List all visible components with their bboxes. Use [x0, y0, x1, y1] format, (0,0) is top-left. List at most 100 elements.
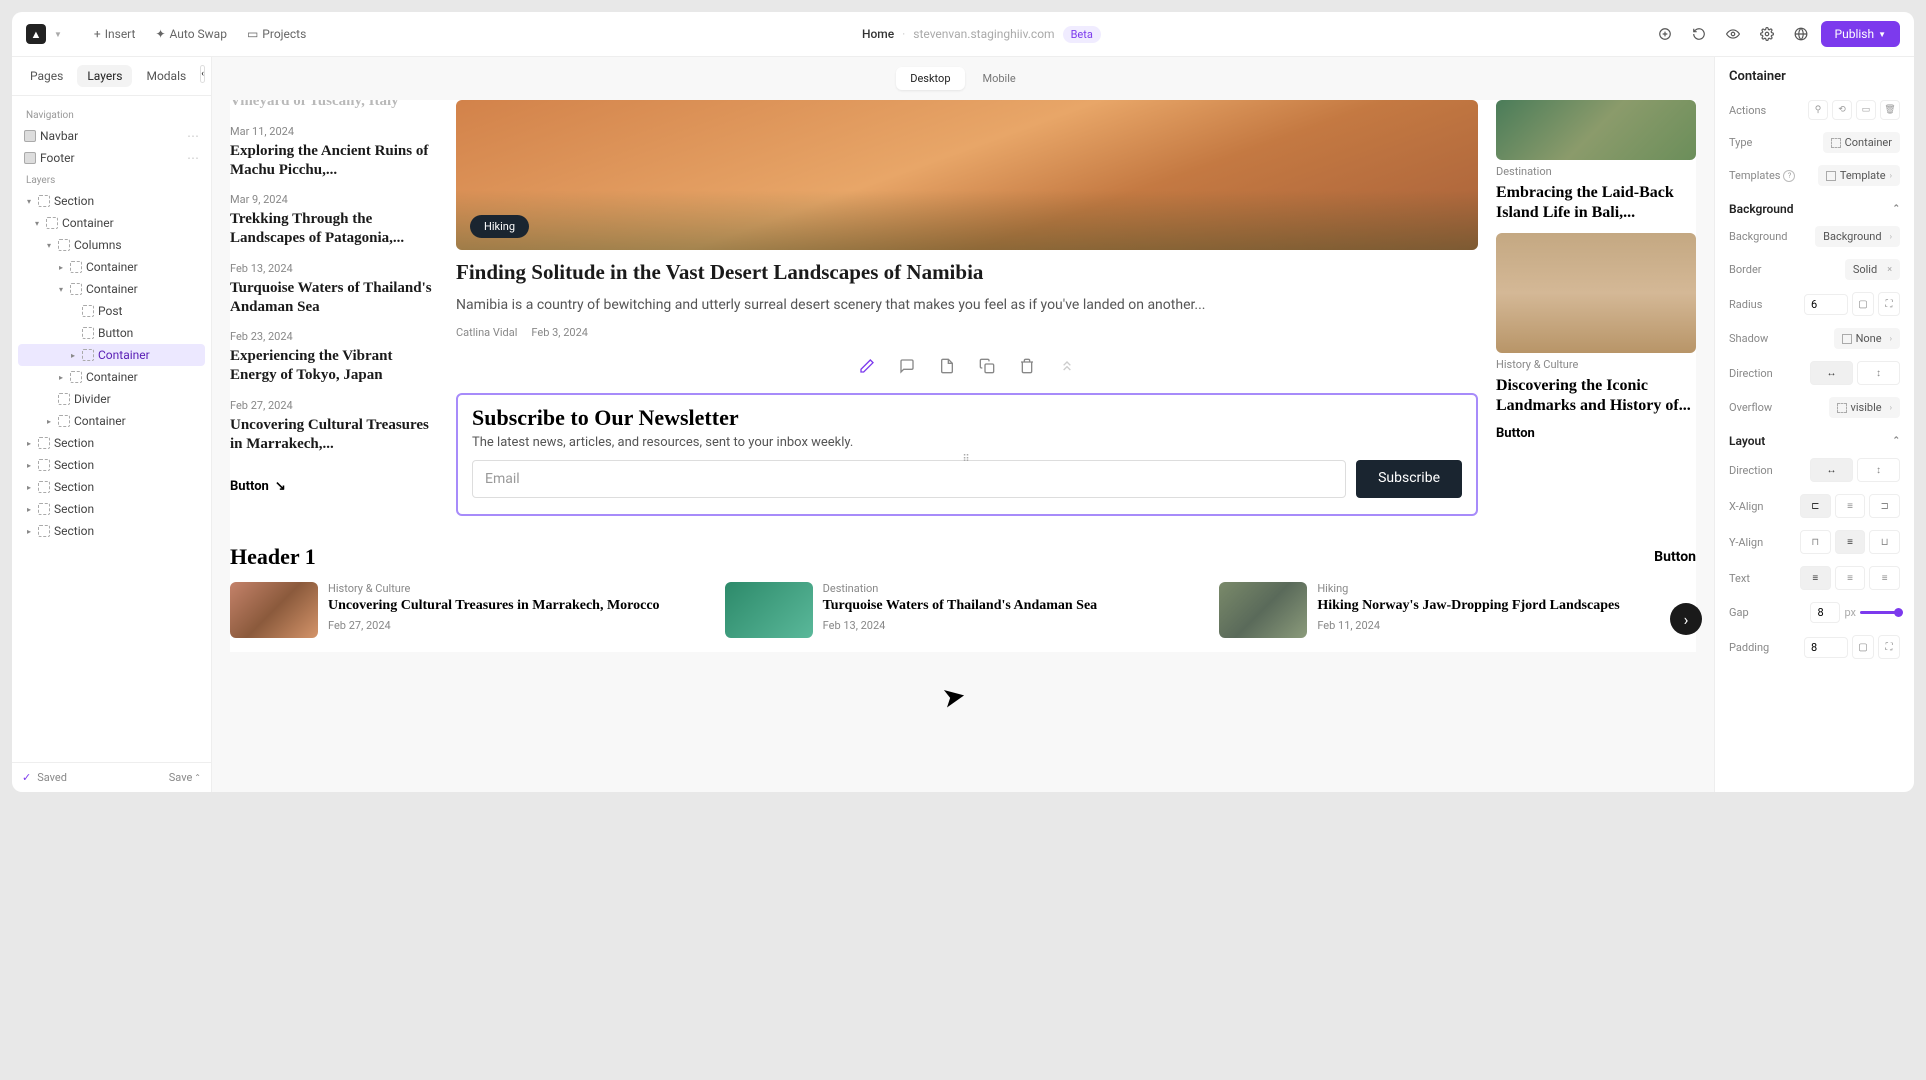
tree-row[interactable]: ▸Container	[18, 344, 205, 366]
tree-row[interactable]: ▾Columns	[18, 234, 205, 256]
nav-item-navbar[interactable]: Navbar ⋯	[18, 125, 205, 147]
yalign-end[interactable]: ⊔	[1869, 530, 1900, 554]
content-card[interactable]: History & CultureUncovering Cultural Tre…	[230, 582, 707, 638]
xalign-center[interactable]: ≡	[1835, 494, 1866, 518]
gap-slider[interactable]	[1860, 611, 1900, 614]
direction-vertical[interactable]: ↕	[1857, 361, 1900, 385]
file-icon[interactable]	[936, 355, 958, 377]
text-right[interactable]: ≡	[1869, 566, 1900, 590]
layout-horizontal[interactable]: ↔	[1810, 458, 1853, 482]
padding-individual-icon[interactable]: ⛶	[1878, 635, 1900, 659]
text-center[interactable]: ≡	[1835, 566, 1866, 590]
shadow-value[interactable]: None›	[1834, 328, 1900, 349]
more-icon[interactable]: ⋯	[187, 129, 199, 143]
comment-icon[interactable]	[896, 355, 918, 377]
hero-title[interactable]: Finding Solitude in the Vast Desert Land…	[456, 260, 1478, 285]
tree-row[interactable]: Button	[18, 322, 205, 344]
tree-row[interactable]: ▸Container	[18, 410, 205, 432]
nav-item-footer[interactable]: Footer ⋯	[18, 147, 205, 169]
tree-row[interactable]: ▸Section	[18, 498, 205, 520]
text-left[interactable]: ≡	[1800, 566, 1831, 590]
edit-icon[interactable]	[856, 355, 878, 377]
mini-post[interactable]: Vineyard of Tuscany, Italy	[230, 100, 438, 111]
carousel-next-button[interactable]: ›	[1670, 603, 1702, 635]
ai-icon[interactable]	[1651, 20, 1679, 48]
radius-uniform-icon[interactable]: ▢	[1852, 292, 1874, 316]
chevron-down-icon[interactable]: ▼	[54, 30, 62, 39]
tree-row[interactable]: ▸Section	[18, 520, 205, 542]
save-button[interactable]: Save ⌃	[169, 771, 201, 784]
tab-modals[interactable]: Modals	[136, 65, 196, 87]
direction-horizontal[interactable]: ↔	[1810, 361, 1853, 385]
tree-row[interactable]: Divider	[18, 388, 205, 410]
side-card[interactable]: History & Culture Discovering the Iconic…	[1496, 233, 1696, 416]
tab-pages[interactable]: Pages	[20, 65, 73, 87]
type-value[interactable]: Container	[1823, 132, 1900, 153]
undo-icon[interactable]	[1685, 20, 1713, 48]
padding-input[interactable]	[1804, 637, 1848, 658]
gap-input[interactable]	[1810, 602, 1840, 623]
lower-button[interactable]: Button	[1654, 549, 1696, 565]
mini-post[interactable]: Mar 9, 2024Trekking Through the Landscap…	[230, 193, 438, 248]
mini-post[interactable]: Feb 13, 2024Turquoise Waters of Thailand…	[230, 262, 438, 317]
hero-image[interactable]: Hiking	[456, 100, 1478, 250]
delete-icon[interactable]	[1016, 355, 1038, 377]
tree-row[interactable]: Post	[18, 300, 205, 322]
chevron-up-icon[interactable]: ⌃	[1892, 204, 1900, 214]
tree-row[interactable]: ▸Section	[18, 432, 205, 454]
bg-value[interactable]: Background›	[1815, 226, 1900, 247]
overflow-value[interactable]: visible›	[1829, 397, 1900, 418]
page-name[interactable]: Home	[862, 27, 894, 41]
tab-layers[interactable]: Layers	[77, 65, 132, 87]
padding-uniform-icon[interactable]: ▢	[1852, 635, 1874, 659]
template-value[interactable]: Template ›	[1818, 165, 1900, 186]
device-mobile[interactable]: Mobile	[969, 67, 1030, 90]
tree-row[interactable]: ▾Container	[18, 278, 205, 300]
content-card[interactable]: DestinationTurquoise Waters of Thailand'…	[725, 582, 1202, 638]
lower-header[interactable]: Header 1	[230, 544, 316, 570]
action-link-icon[interactable]: ⟲	[1832, 100, 1852, 120]
collapse-panel-button[interactable]: ‹	[200, 65, 205, 83]
app-logo[interactable]: ▲	[26, 24, 46, 44]
action-delete-icon[interactable]: 🗑	[1880, 100, 1900, 120]
drag-handle-icon[interactable]: ⠿	[962, 454, 971, 465]
mini-post[interactable]: Feb 23, 2024Experiencing the Vibrant Ene…	[230, 330, 438, 385]
autoswap-button[interactable]: ✦ Auto Swap	[149, 23, 232, 45]
copy-icon[interactable]	[976, 355, 998, 377]
tree-row[interactable]: ▸Container	[18, 256, 205, 278]
publish-button[interactable]: Publish ▼	[1821, 21, 1900, 47]
settings-icon[interactable]	[1753, 20, 1781, 48]
content-card[interactable]: HikingHiking Norway's Jaw-Dropping Fjord…	[1219, 582, 1696, 638]
more-icon[interactable]: ⋯	[187, 151, 199, 165]
info-icon[interactable]: ?	[1783, 170, 1795, 182]
layout-vertical[interactable]: ↕	[1857, 458, 1900, 482]
tree-row[interactable]: ▸Container	[18, 366, 205, 388]
yalign-start[interactable]: ⊓	[1800, 530, 1831, 554]
projects-button[interactable]: ▭ Projects	[241, 23, 312, 45]
border-value[interactable]: Solid×	[1845, 259, 1900, 280]
tree-row[interactable]: ▸Section	[18, 476, 205, 498]
mini-post[interactable]: Mar 11, 2024Exploring the Ancient Ruins …	[230, 125, 438, 180]
yalign-center[interactable]: ≡	[1835, 530, 1866, 554]
preview-icon[interactable]	[1719, 20, 1747, 48]
globe-icon[interactable]	[1787, 20, 1815, 48]
col-right-button[interactable]: Button	[1496, 426, 1696, 441]
tree-row[interactable]: ▸Section	[18, 454, 205, 476]
action-copy-icon[interactable]: ▭	[1856, 100, 1876, 120]
col-left-button[interactable]: Button ↘	[230, 479, 438, 494]
collapse-up-icon[interactable]	[1056, 355, 1078, 377]
side-card[interactable]: Destination Embracing the Laid-Back Isla…	[1496, 100, 1696, 223]
tree-row[interactable]: ▾Container	[18, 212, 205, 234]
radius-input[interactable]	[1804, 294, 1848, 315]
action-anchor-icon[interactable]: ⚲	[1808, 100, 1828, 120]
mini-post[interactable]: Feb 27, 2024Uncovering Cultural Treasure…	[230, 399, 438, 454]
radius-individual-icon[interactable]: ⛶	[1878, 292, 1900, 316]
device-desktop[interactable]: Desktop	[896, 67, 964, 90]
chevron-up-icon[interactable]: ⌃	[1892, 436, 1900, 446]
xalign-end[interactable]: ⊐	[1869, 494, 1900, 518]
hero-category-badge[interactable]: Hiking	[470, 215, 529, 238]
email-input[interactable]: Email	[472, 460, 1346, 498]
insert-button[interactable]: + Insert	[88, 23, 142, 45]
xalign-start[interactable]: ⊏	[1800, 494, 1831, 518]
tree-row[interactable]: ▾Section	[18, 190, 205, 212]
